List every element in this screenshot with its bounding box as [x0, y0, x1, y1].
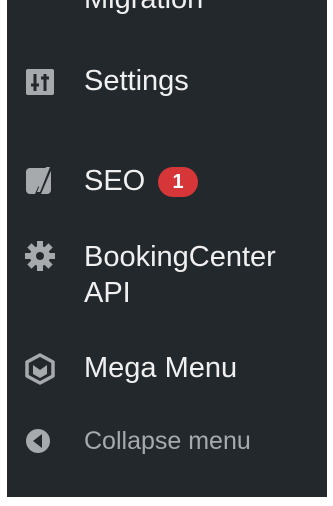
- collapse-arrow-icon: [26, 429, 50, 453]
- gear-icon: [25, 241, 55, 271]
- menu-item-migration[interactable]: Migration: [7, 0, 327, 22]
- menu-item-bookingcenter-api[interactable]: BookingCenter API: [7, 237, 327, 309]
- notification-badge: 1: [158, 167, 198, 197]
- settings-sliders-icon: [26, 69, 54, 95]
- menu-item-seo-label: SEO: [84, 165, 146, 197]
- admin-sidebar-menu: Migration Settings SEO 1: [7, 0, 327, 497]
- menu-item-mega-menu[interactable]: Mega Menu: [7, 349, 327, 389]
- menu-item-settings[interactable]: Settings: [7, 62, 327, 102]
- menu-item-mega-menu-label: Mega Menu: [84, 352, 238, 384]
- menu-item-settings-label: Settings: [84, 65, 189, 97]
- menu-item-bookingcenter-api-label: BookingCenter API: [84, 241, 276, 309]
- menu-item-migration-label: Migration: [84, 0, 203, 16]
- yoast-seo-icon: [26, 166, 53, 194]
- collapse-menu-label: Collapse menu: [84, 427, 251, 455]
- screen: Migration Settings SEO 1: [0, 0, 333, 506]
- collapse-menu-button[interactable]: Collapse menu: [7, 421, 327, 461]
- mega-menu-icon: [25, 353, 55, 385]
- menu-item-seo[interactable]: SEO 1: [7, 162, 327, 202]
